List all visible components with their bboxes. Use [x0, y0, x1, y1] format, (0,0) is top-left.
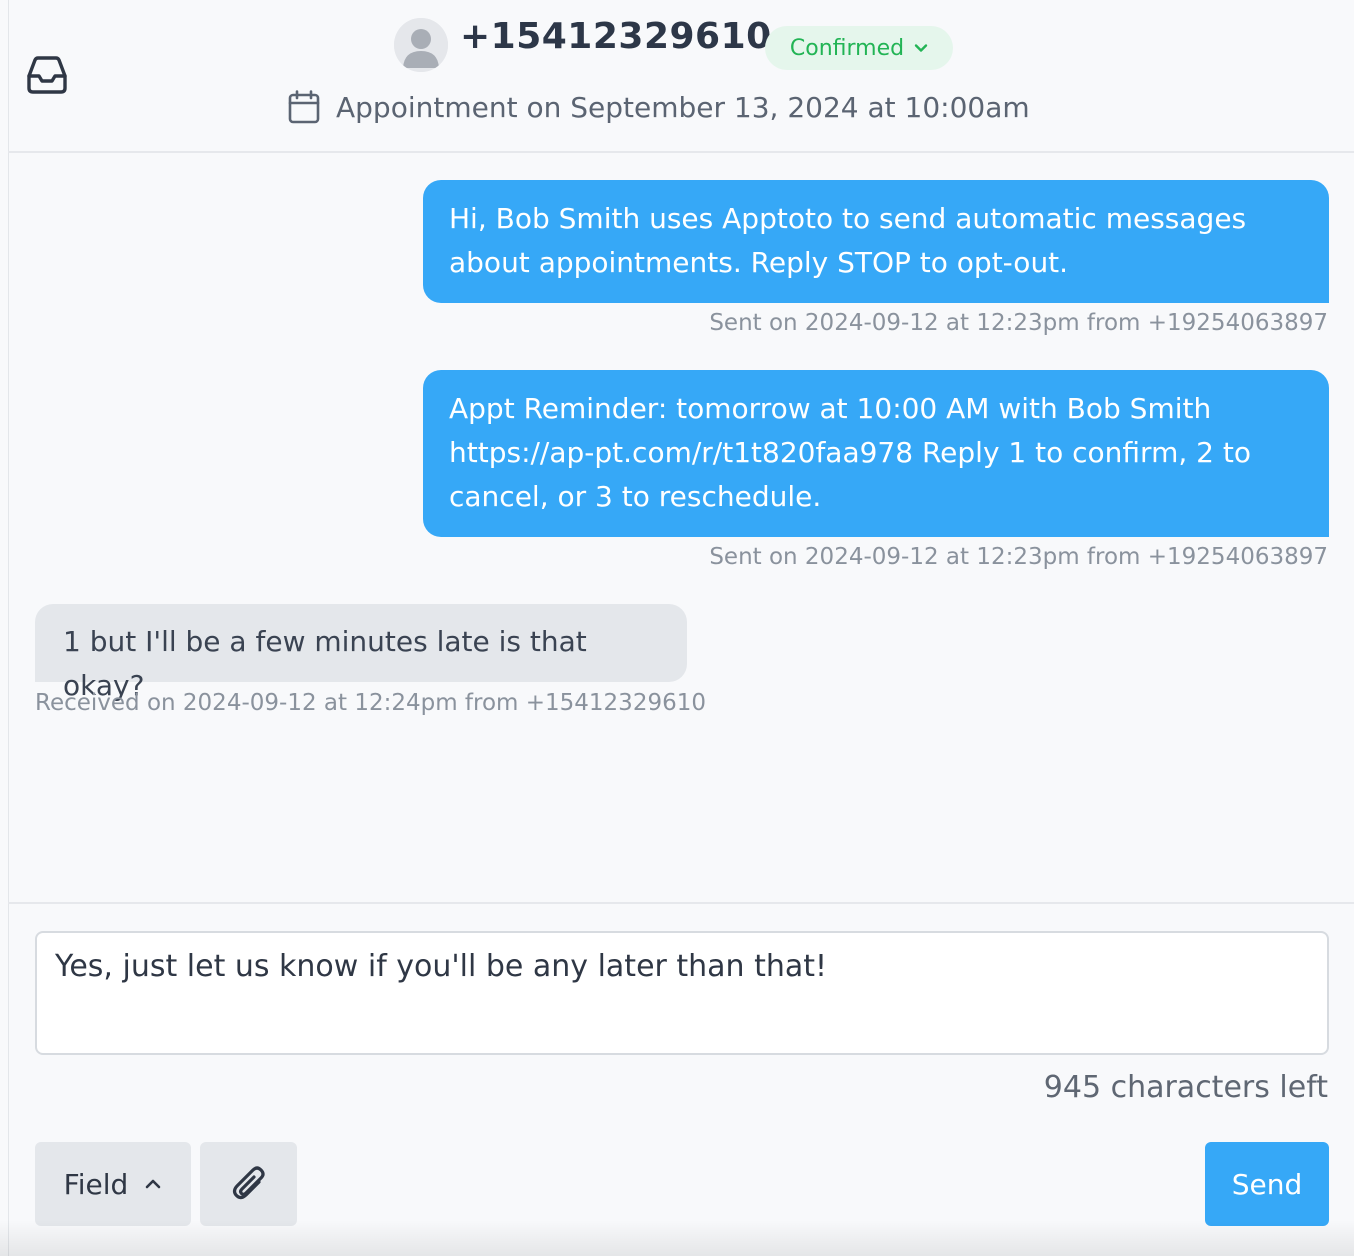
appointment-info: Appointment on September 13, 2024 at 10:… [288, 90, 1030, 124]
chevron-down-icon [914, 44, 928, 52]
characters-left-counter: 945 characters left [1043, 1070, 1328, 1105]
field-menu-button[interactable]: Field [35, 1142, 191, 1226]
paperclip-icon [232, 1166, 265, 1200]
appointment-text: Appointment on September 13, 2024 at 10:… [336, 90, 1030, 124]
field-button-label: Field [63, 1167, 129, 1201]
outgoing-message: Appt Reminder: tomorrow at 10:00 AM with… [423, 370, 1329, 537]
user-avatar-icon [394, 18, 448, 72]
message-meta: Received on 2024-09-12 at 12:24pm from +… [35, 690, 706, 716]
status-label: Confirmed [789, 35, 905, 61]
avatar [394, 18, 448, 72]
chevron-up-icon [146, 1179, 161, 1189]
inbox-icon[interactable] [26, 56, 68, 94]
message-text: Hi, Bob Smith uses Apptoto to send autom… [449, 202, 1247, 279]
message-meta: Sent on 2024-09-12 at 12:23pm from +1925… [709, 544, 1328, 570]
calendar-icon [288, 90, 320, 124]
message-meta: Sent on 2024-09-12 at 12:23pm from +1925… [709, 310, 1328, 336]
status-dropdown[interactable]: Confirmed [765, 26, 953, 70]
message-text: Appt Reminder: tomorrow at 10:00 AM with… [449, 392, 1251, 513]
attach-file-button[interactable] [200, 1142, 297, 1226]
incoming-message: 1 but I'll be a few minutes late is that… [35, 604, 687, 702]
send-button[interactable]: Send [1205, 1142, 1329, 1226]
outgoing-message: Hi, Bob Smith uses Apptoto to send autom… [423, 180, 1329, 303]
contact-phone-title: +15412329610 [460, 16, 772, 57]
reply-textarea[interactable]: Yes, just let us know if you'll be any l… [35, 931, 1329, 1055]
